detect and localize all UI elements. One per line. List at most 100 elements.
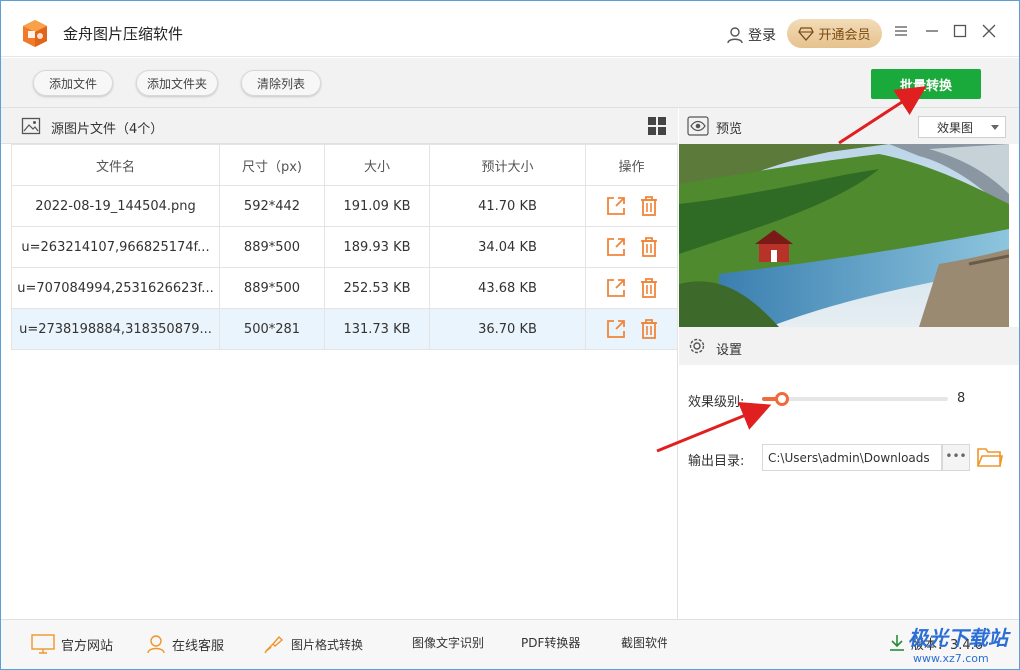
effect-level-slider[interactable] — [762, 392, 948, 406]
preview-image — [679, 144, 1009, 327]
watermark-url: www.xz7.com — [913, 652, 989, 665]
estimated-size-cell: 36.70 KB — [429, 308, 586, 350]
filename-cell: u=707084994,2531626623f... — [11, 267, 220, 309]
dimensions-cell: 592*442 — [219, 185, 325, 227]
monitor-icon — [31, 634, 55, 654]
column-header-dimensions[interactable]: 尺寸（px) — [219, 144, 325, 186]
table-row[interactable]: u=707084994,2531626623f... 889*500 252.53 … — [11, 267, 678, 309]
delete-icon[interactable] — [639, 318, 659, 340]
size-cell: 189.93 KB — [324, 226, 430, 268]
footer-screenshot-software[interactable]: 截图软件 — [621, 634, 667, 651]
size-cell: 131.73 KB — [324, 308, 430, 350]
size-cell: 252.53 KB — [324, 267, 430, 309]
actions-cell — [585, 226, 678, 268]
filename-cell: u=2738198884,318350879... — [11, 308, 220, 350]
eye-icon — [687, 116, 709, 136]
preview-header: 预览 效果图 — [679, 108, 1019, 144]
footer-format-convert[interactable]: 图片格式转换 — [263, 634, 363, 654]
actions-cell — [585, 185, 678, 227]
footer-item-label: 在线客服 — [172, 638, 225, 654]
delete-icon[interactable] — [639, 195, 659, 217]
brush-icon — [264, 635, 284, 654]
open-external-icon[interactable] — [605, 277, 627, 299]
footer-online-support[interactable]: 在线客服 — [146, 634, 224, 654]
row-actions — [587, 195, 677, 217]
column-header-actions: 操作 — [585, 144, 678, 186]
footer-item-label: PDF转换器 — [521, 636, 581, 650]
footer-official-site[interactable]: 官方网站 — [31, 634, 113, 654]
footer-item-label: 截图软件 — [621, 636, 667, 650]
image-icon — [21, 117, 41, 135]
filename-cell: 2022-08-19_144504.png — [11, 185, 220, 227]
preview-title: 预览 — [716, 122, 743, 137]
footer-bar: 官方网站 在线客服 图片格式转换 图像文字识别 PDF转换器 截图软件 版本：3… — [1, 619, 1019, 669]
effect-level-value: 8 — [957, 391, 966, 406]
batch-convert-button[interactable]: 批量转换 — [871, 69, 981, 99]
right-panel: 预览 效果图 设置 效果级别: 8 输出目录: C:\Users\admin\D… — [679, 108, 1019, 619]
app-logo-icon — [23, 20, 47, 47]
size-cell: 191.09 KB — [324, 185, 430, 227]
menu-icon[interactable] — [893, 23, 909, 39]
estimated-size-cell: 41.70 KB — [429, 185, 586, 227]
table-row[interactable]: u=2738198884,318350879... 500*281 131.73 K… — [11, 308, 678, 350]
app-window: 金舟图片压缩软件 登录 开通会员 添加文件 添加文件夹 清除列表 批量转换 源图… — [0, 0, 1020, 670]
footer-item-label: 官方网站 — [61, 638, 114, 654]
settings-title: 设置 — [716, 343, 743, 358]
add-file-button[interactable]: 添加文件 — [33, 70, 113, 96]
row-actions — [587, 236, 677, 258]
settings-header: 设置 — [679, 327, 1019, 365]
vip-label: 开通会员 — [818, 28, 871, 43]
close-icon[interactable] — [981, 23, 997, 39]
table-row[interactable]: 2022-08-19_144504.png 592*442 191.09 KB 41.… — [11, 185, 678, 227]
slider-handle[interactable] — [775, 392, 789, 406]
delete-icon[interactable] — [639, 277, 659, 299]
column-header-size[interactable]: 大小 — [324, 144, 430, 186]
footer-pdf-converter[interactable]: PDF转换器 — [521, 634, 580, 651]
column-header-estimated[interactable]: 预计大小 — [429, 144, 586, 186]
maximize-icon[interactable] — [952, 23, 968, 39]
dimensions-cell: 889*500 — [219, 226, 325, 268]
column-header-filename[interactable]: 文件名 — [11, 144, 220, 186]
vip-button[interactable]: 开通会员 — [787, 19, 882, 48]
actions-cell — [585, 267, 678, 309]
minimize-icon[interactable] — [924, 23, 940, 39]
gear-icon — [689, 338, 705, 354]
grid-view-icon[interactable] — [647, 116, 667, 136]
estimated-size-cell: 34.04 KB — [429, 226, 586, 268]
open-external-icon[interactable] — [605, 318, 627, 340]
row-actions — [587, 318, 677, 340]
output-dir-field[interactable]: C:\Users\admin\Downloads — [762, 444, 942, 471]
clear-list-button[interactable]: 清除列表 — [241, 70, 321, 96]
open-external-icon[interactable] — [605, 195, 627, 217]
estimated-size-cell: 43.68 KB — [429, 267, 586, 309]
browse-more-button[interactable]: ••• — [942, 444, 970, 471]
output-dir-label: 输出目录: — [688, 454, 745, 469]
file-table: 文件名 尺寸（px) 大小 预计大小 操作 2022-08-19_144504.… — [11, 144, 678, 350]
add-folder-button[interactable]: 添加文件夹 — [136, 70, 218, 96]
folder-icon[interactable] — [977, 445, 1003, 469]
diamond-icon — [798, 26, 815, 41]
toolbar: 添加文件 添加文件夹 清除列表 批量转换 — [1, 58, 1019, 108]
login-button[interactable]: 登录 — [726, 25, 776, 45]
footer-ocr[interactable]: 图像文字识别 — [412, 634, 484, 651]
source-files-panel: 源图片文件（4个） 文件名 尺寸（px) 大小 预计大小 操作 2022-08-… — [1, 108, 678, 619]
footer-item-label: 图片格式转换 — [291, 637, 364, 652]
filename-cell: u=263214107,966825174f... — [11, 226, 220, 268]
table-header-row: 文件名 尺寸（px) 大小 预计大小 操作 — [11, 144, 678, 186]
user-icon — [727, 27, 743, 44]
actions-cell — [585, 308, 678, 350]
chevron-down-icon — [991, 125, 999, 130]
delete-icon[interactable] — [639, 236, 659, 258]
watermark-site: 极光下载站 — [908, 626, 1008, 650]
dimensions-cell: 889*500 — [219, 267, 325, 309]
source-files-title: 源图片文件（4个） — [51, 122, 164, 137]
login-label: 登录 — [748, 28, 776, 44]
table-row[interactable]: u=263214107,966825174f... 889*500 189.93 K… — [11, 226, 678, 268]
support-person-icon — [147, 635, 165, 654]
app-title: 金舟图片压缩软件 — [63, 25, 184, 43]
footer-item-label: 图像文字识别 — [412, 636, 485, 650]
open-external-icon[interactable] — [605, 236, 627, 258]
preview-mode-select[interactable]: 效果图 — [918, 116, 1006, 138]
row-actions — [587, 277, 677, 299]
download-icon — [890, 635, 904, 651]
